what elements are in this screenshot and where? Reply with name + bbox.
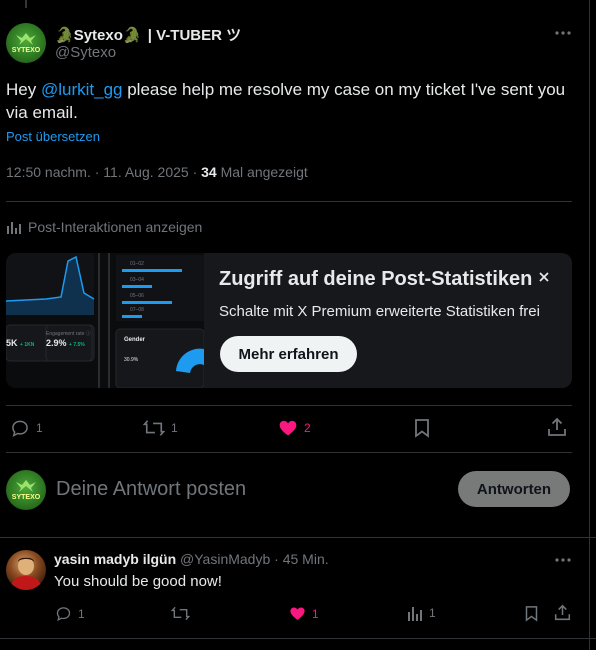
premium-card-title: Zugriff auf deine Post-Statistiken — [219, 268, 533, 290]
reply-text: You should be good now! — [54, 573, 222, 590]
divider — [6, 452, 572, 453]
column-border — [589, 0, 590, 650]
author-handle[interactable]: @Sytexo — [55, 44, 116, 61]
mention-link[interactable]: @lurkit_gg — [41, 80, 123, 99]
more-options-icon[interactable] — [554, 555, 572, 565]
reply-author-avatar[interactable] — [6, 550, 46, 590]
divider — [6, 201, 572, 202]
view-count: 34 — [201, 164, 217, 180]
preview-small-label: 07–08 — [130, 307, 144, 313]
preview-gender-label: Gender — [124, 337, 146, 343]
view-label: Mal angezeigt — [220, 164, 308, 180]
repost-action[interactable]: 1 — [143, 418, 178, 438]
premium-card-subtitle: Schalte mit X Premium erweiterte Statist… — [219, 303, 540, 320]
repost-count: 1 — [171, 421, 178, 435]
my-avatar[interactable]: SYTEXO — [6, 470, 46, 510]
analytics-icon — [407, 605, 423, 621]
premium-stats-card[interactable]: 01–02 03–04 05–06 07–08 5K + 1KN Engagem… — [6, 253, 572, 388]
reply-view-count: 1 — [429, 606, 436, 620]
reply-input[interactable]: Deine Antwort posten — [56, 478, 436, 501]
stats-preview-image: 01–02 03–04 05–06 07–08 5K + 1KN Engagem… — [6, 253, 204, 388]
reply-views-action[interactable]: 1 — [407, 605, 436, 621]
crocodile-emoji-left: 🐊 — [55, 27, 74, 44]
repost-icon — [143, 418, 165, 438]
reply-author-name[interactable]: yasin madyb ilgün — [54, 551, 176, 567]
svg-text:SYTEXO: SYTEXO — [12, 494, 41, 501]
preview-small-label: 01–02 — [130, 261, 144, 267]
reply-header: yasin madyb ilgün @YasinMadyb · 45 Min. — [54, 551, 329, 567]
crocodile-emoji-right: 🐊 — [122, 27, 142, 44]
preview-stat-2: 2.9% + 7.5% — [46, 338, 85, 348]
preview-stat-1: 5K + 1KN — [6, 338, 35, 348]
reply-time[interactable]: 45 Min. — [283, 551, 329, 567]
learn-more-button[interactable]: Mehr erfahren — [220, 336, 357, 372]
post-time[interactable]: 12:50 nachm. — [6, 164, 91, 180]
post-date[interactable]: 11. Aug. 2025 — [103, 164, 188, 180]
divider — [0, 537, 596, 538]
author-avatar[interactable]: SYTEXO — [6, 23, 46, 63]
reply-submit-button[interactable]: Antworten — [458, 471, 570, 507]
reply-reply-count: 1 — [78, 606, 85, 621]
bookmark-icon[interactable] — [524, 605, 539, 622]
divider — [6, 405, 572, 406]
bookmark-icon[interactable] — [413, 418, 431, 438]
like-action[interactable]: 2 — [278, 418, 311, 438]
share-icon[interactable] — [554, 604, 571, 621]
repost-icon[interactable] — [171, 605, 190, 622]
more-options-icon[interactable] — [554, 28, 572, 38]
post-meta: 12:50 nachm. · 11. Aug. 2025 · 34 Mal an… — [6, 164, 308, 180]
preview-stat-2-label: Engagement rate ⓘ — [46, 331, 91, 337]
reply-icon — [10, 418, 30, 438]
share-icon[interactable] — [547, 417, 567, 437]
analytics-icon — [6, 220, 22, 234]
author-name[interactable]: 🐊Sytexo🐊 | V-TUBER ツ — [55, 24, 241, 45]
thread-line — [25, 0, 27, 8]
like-count: 2 — [304, 421, 311, 435]
reply-like-count: 1 — [312, 606, 319, 621]
reply-icon — [55, 605, 72, 622]
post-interactions-link[interactable]: Post-Interaktionen anzeigen — [6, 219, 202, 235]
reply-author-handle[interactable]: @YasinMadyb — [180, 551, 270, 567]
avatar-logo-icon: SYTEXO — [12, 480, 41, 501]
preview-gender-value: 30.9% — [124, 357, 139, 363]
svg-text:SYTEXO: SYTEXO — [12, 47, 41, 54]
reply-action[interactable]: 1 — [10, 418, 43, 438]
preview-small-label: 03–04 — [130, 277, 144, 283]
divider — [0, 638, 596, 639]
preview-small-label: 05–06 — [130, 293, 144, 299]
heart-filled-icon — [278, 418, 298, 438]
close-icon[interactable] — [537, 270, 551, 284]
heart-filled-icon — [289, 605, 306, 622]
avatar-logo-icon: SYTEXO — [12, 33, 41, 54]
post-text: Hey @lurkit_gg please help me resolve my… — [6, 80, 566, 122]
reply-reply-action[interactable]: 1 — [55, 605, 85, 622]
reply-count: 1 — [36, 421, 43, 435]
reply-like-action[interactable]: 1 — [289, 605, 319, 622]
translate-link[interactable]: Post übersetzen — [6, 129, 100, 144]
